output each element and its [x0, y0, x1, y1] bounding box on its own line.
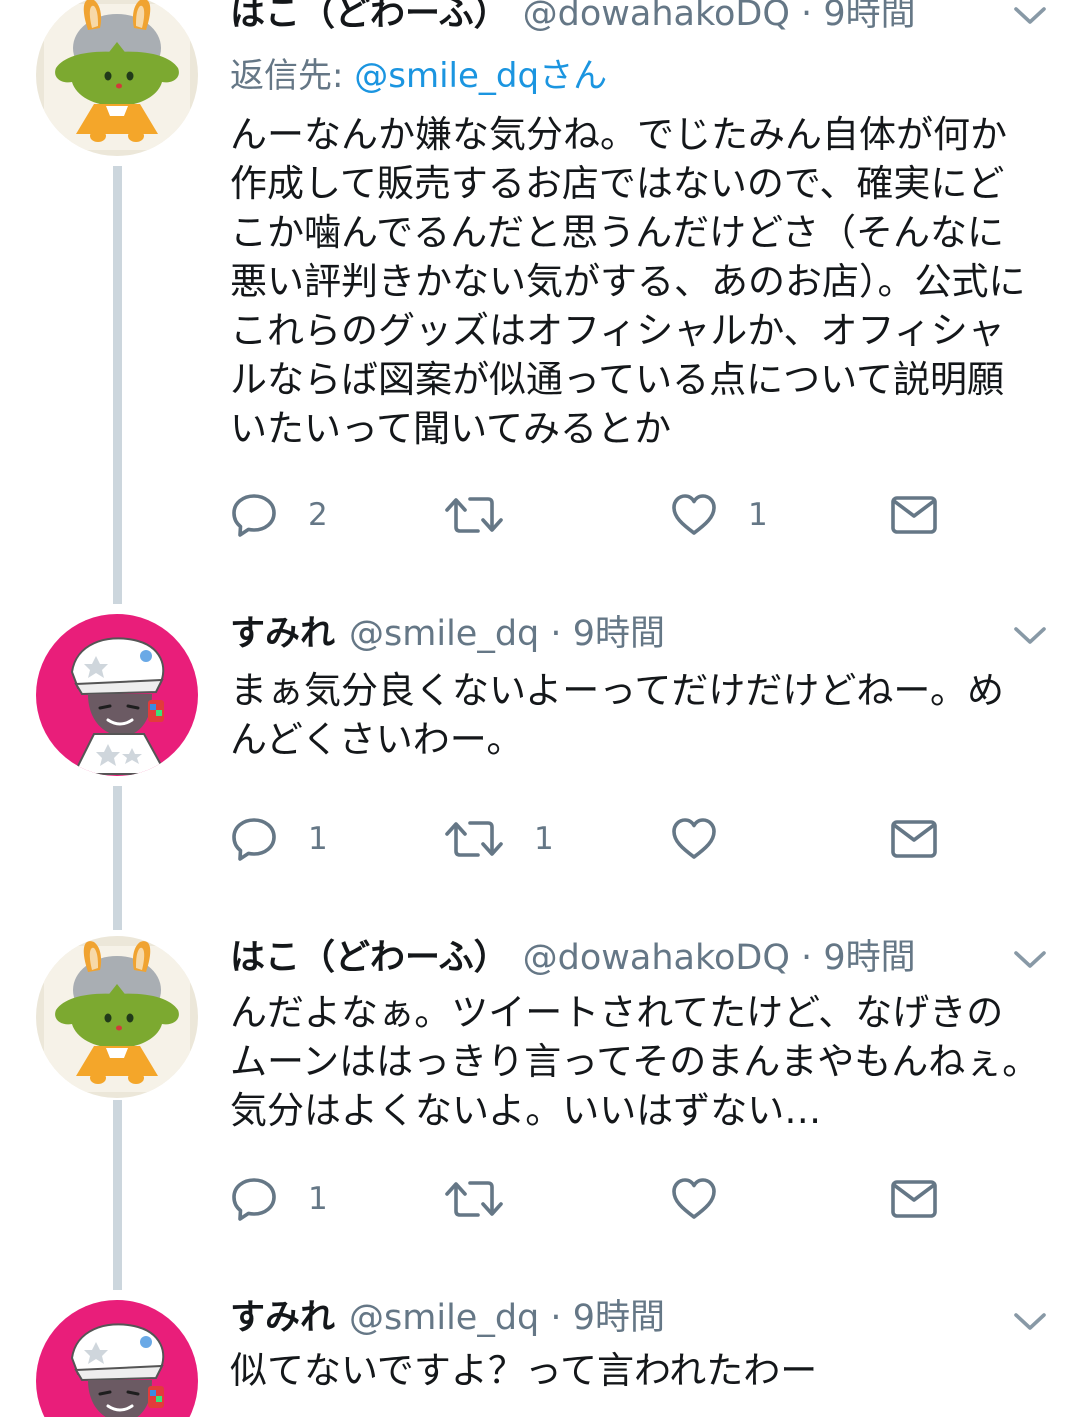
like-count: 1 — [748, 497, 768, 533]
reply-count: 1 — [308, 821, 328, 857]
retweet-icon — [444, 815, 504, 863]
reply-count: 2 — [308, 497, 328, 533]
like-button[interactable] — [670, 814, 748, 864]
pink-girl-avatar-icon — [36, 1300, 198, 1417]
user-handle[interactable]: @dowahakoDQ — [523, 938, 790, 978]
like-icon — [670, 815, 718, 863]
timestamp[interactable]: 9時間 — [573, 1298, 665, 1338]
reply-button[interactable]: 1 — [230, 1174, 328, 1224]
retweet-button[interactable] — [444, 490, 534, 540]
retweet-icon — [444, 1175, 504, 1223]
retweet-icon — [444, 491, 504, 539]
separator-dot: · — [550, 1298, 562, 1338]
tweet-text: まぁ気分良くないよーってだけだけどねー。めんどくさいわー。 — [230, 669, 1005, 761]
timestamp[interactable]: 9時間 — [823, 938, 915, 978]
reply-to-line: 返信先: @smile_dqさん — [230, 54, 607, 98]
retweet-button[interactable] — [444, 1174, 534, 1224]
user-handle[interactable]: @smile_dq — [349, 1298, 539, 1338]
tweet-header: はこ（どわーふ） @dowahakoDQ · 9時間 — [230, 936, 990, 980]
timestamp[interactable]: 9時間 — [823, 0, 915, 34]
tweet-item[interactable]: すみれ @smile_dq · 9時間 まぁ気分良くないよーってだけだけどねー。め… — [0, 600, 1080, 930]
like-button[interactable] — [670, 1174, 748, 1224]
reply-count: 1 — [308, 1181, 328, 1217]
dm-icon — [890, 494, 938, 536]
like-icon — [670, 1175, 718, 1223]
like-button[interactable]: 1 — [670, 490, 768, 540]
tweet-item[interactable]: すみれ @smile_dq · 9時間 似てないですよ？って言われたわー — [0, 1290, 1080, 1417]
tweet-text: んだよなぁ。ツイートされてたけど、なげきのムーンははっきり言ってそのまんまやもん… — [230, 991, 1040, 1132]
chevron-down-icon[interactable] — [1010, 1306, 1050, 1336]
thread-line — [113, 166, 122, 604]
reply-icon — [230, 1175, 278, 1223]
action-bar: 1 1 — [230, 814, 950, 864]
reply-icon — [230, 815, 278, 863]
tweet-item[interactable]: はこ（どわーふ） @dowahakoDQ · 9時間 んだよなぁ。ツイートされてた… — [0, 930, 1080, 1290]
user-handle[interactable]: @smile_dq — [349, 614, 539, 654]
tweet-text: んーなんか嫌な気分ね。でじたみん自体が何か作成して販売するお店ではないので、確実… — [230, 113, 1026, 450]
tweet-header: すみれ @smile_dq · 9時間 — [230, 1296, 990, 1340]
display-name[interactable]: はこ（どわーふ） — [230, 938, 509, 978]
retweet-count: 1 — [534, 821, 554, 857]
separator-dot: · — [550, 614, 562, 654]
pink-girl-avatar-icon — [36, 614, 198, 776]
reply-button[interactable]: 1 — [230, 814, 328, 864]
green-creature-avatar-icon — [36, 0, 198, 156]
display-name[interactable]: すみれ — [230, 1298, 335, 1338]
action-bar: 1 — [230, 1174, 950, 1224]
avatar[interactable] — [36, 1300, 198, 1417]
green-creature-avatar-icon — [36, 936, 198, 1098]
like-icon — [670, 491, 718, 539]
avatar[interactable] — [36, 614, 198, 776]
timestamp[interactable]: 9時間 — [573, 614, 665, 654]
reply-icon — [230, 491, 278, 539]
user-handle[interactable]: @dowahakoDQ — [523, 0, 790, 34]
dm-button[interactable] — [890, 490, 938, 540]
chevron-down-icon[interactable] — [1010, 620, 1050, 650]
chevron-down-icon[interactable] — [1010, 944, 1050, 974]
dm-button[interactable] — [890, 1174, 938, 1224]
reply-to-label: 返信先: — [230, 56, 355, 96]
separator-dot: · — [801, 0, 813, 34]
thread-line — [113, 1100, 122, 1290]
reply-button[interactable]: 2 — [230, 490, 328, 540]
avatar[interactable] — [36, 0, 198, 156]
tweet-text: 似てないですよ？って言われたわー — [230, 1349, 818, 1392]
tweet-header: はこ（どわーふ） @dowahakoDQ · 9時間 — [230, 0, 990, 36]
action-bar: 2 1 — [230, 490, 950, 540]
chevron-down-icon[interactable] — [1010, 0, 1050, 30]
tweet-item[interactable]: はこ（どわーふ） @dowahakoDQ · 9時間 返信先: @smile_dq… — [0, 0, 1080, 604]
dm-icon — [890, 1178, 938, 1220]
separator-dot: · — [801, 938, 813, 978]
dm-button[interactable] — [890, 814, 938, 864]
avatar[interactable] — [36, 936, 198, 1098]
thread-line — [113, 786, 122, 930]
retweet-button[interactable]: 1 — [444, 814, 554, 864]
reply-to-mention[interactable]: @smile_dqさん — [354, 56, 607, 96]
display-name[interactable]: はこ（どわーふ） — [230, 0, 509, 34]
tweet-header: すみれ @smile_dq · 9時間 — [230, 612, 990, 656]
dm-icon — [890, 818, 938, 860]
display-name[interactable]: すみれ — [230, 614, 335, 654]
